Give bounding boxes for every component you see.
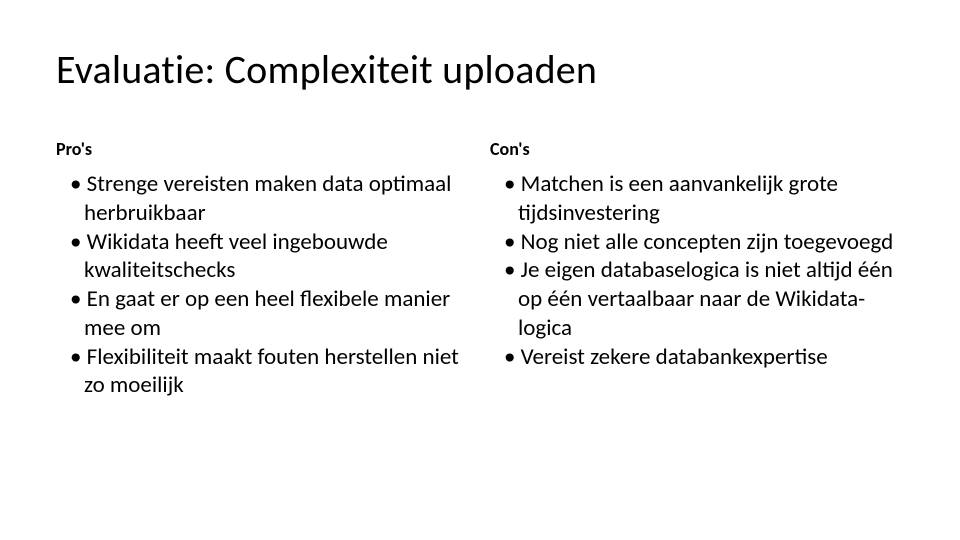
cons-column: Con's Matchen is een aanvankelijk grote …	[490, 138, 904, 400]
cons-heading: Con's	[490, 138, 904, 160]
list-item: Flexibiliteit maakt fouten herstellen ni…	[56, 343, 470, 401]
cons-list: Matchen is een aanvankelijk grote tijdsi…	[490, 170, 904, 371]
list-item: Wikidata heeft veel ingebouwde kwaliteit…	[56, 228, 470, 286]
slide-title: Evaluatie: Complexiteit uploaden	[56, 48, 904, 92]
list-item: Strenge vereisten maken data optimaal he…	[56, 170, 470, 228]
list-item: Nog niet alle concepten zijn toegevoegd	[490, 228, 904, 257]
pros-list: Strenge vereisten maken data optimaal he…	[56, 170, 470, 400]
slide: Evaluatie: Complexiteit uploaden Pro's S…	[0, 0, 960, 540]
pros-column: Pro's Strenge vereisten maken data optim…	[56, 138, 470, 400]
columns: Pro's Strenge vereisten maken data optim…	[56, 138, 904, 400]
pros-heading: Pro's	[56, 138, 470, 160]
list-item: Vereist zekere databankexpertise	[490, 343, 904, 372]
list-item: Matchen is een aanvankelijk grote tijdsi…	[490, 170, 904, 228]
list-item: En gaat er op een heel flexibele manier …	[56, 285, 470, 343]
list-item: Je eigen databaselogica is niet altijd é…	[490, 256, 904, 342]
